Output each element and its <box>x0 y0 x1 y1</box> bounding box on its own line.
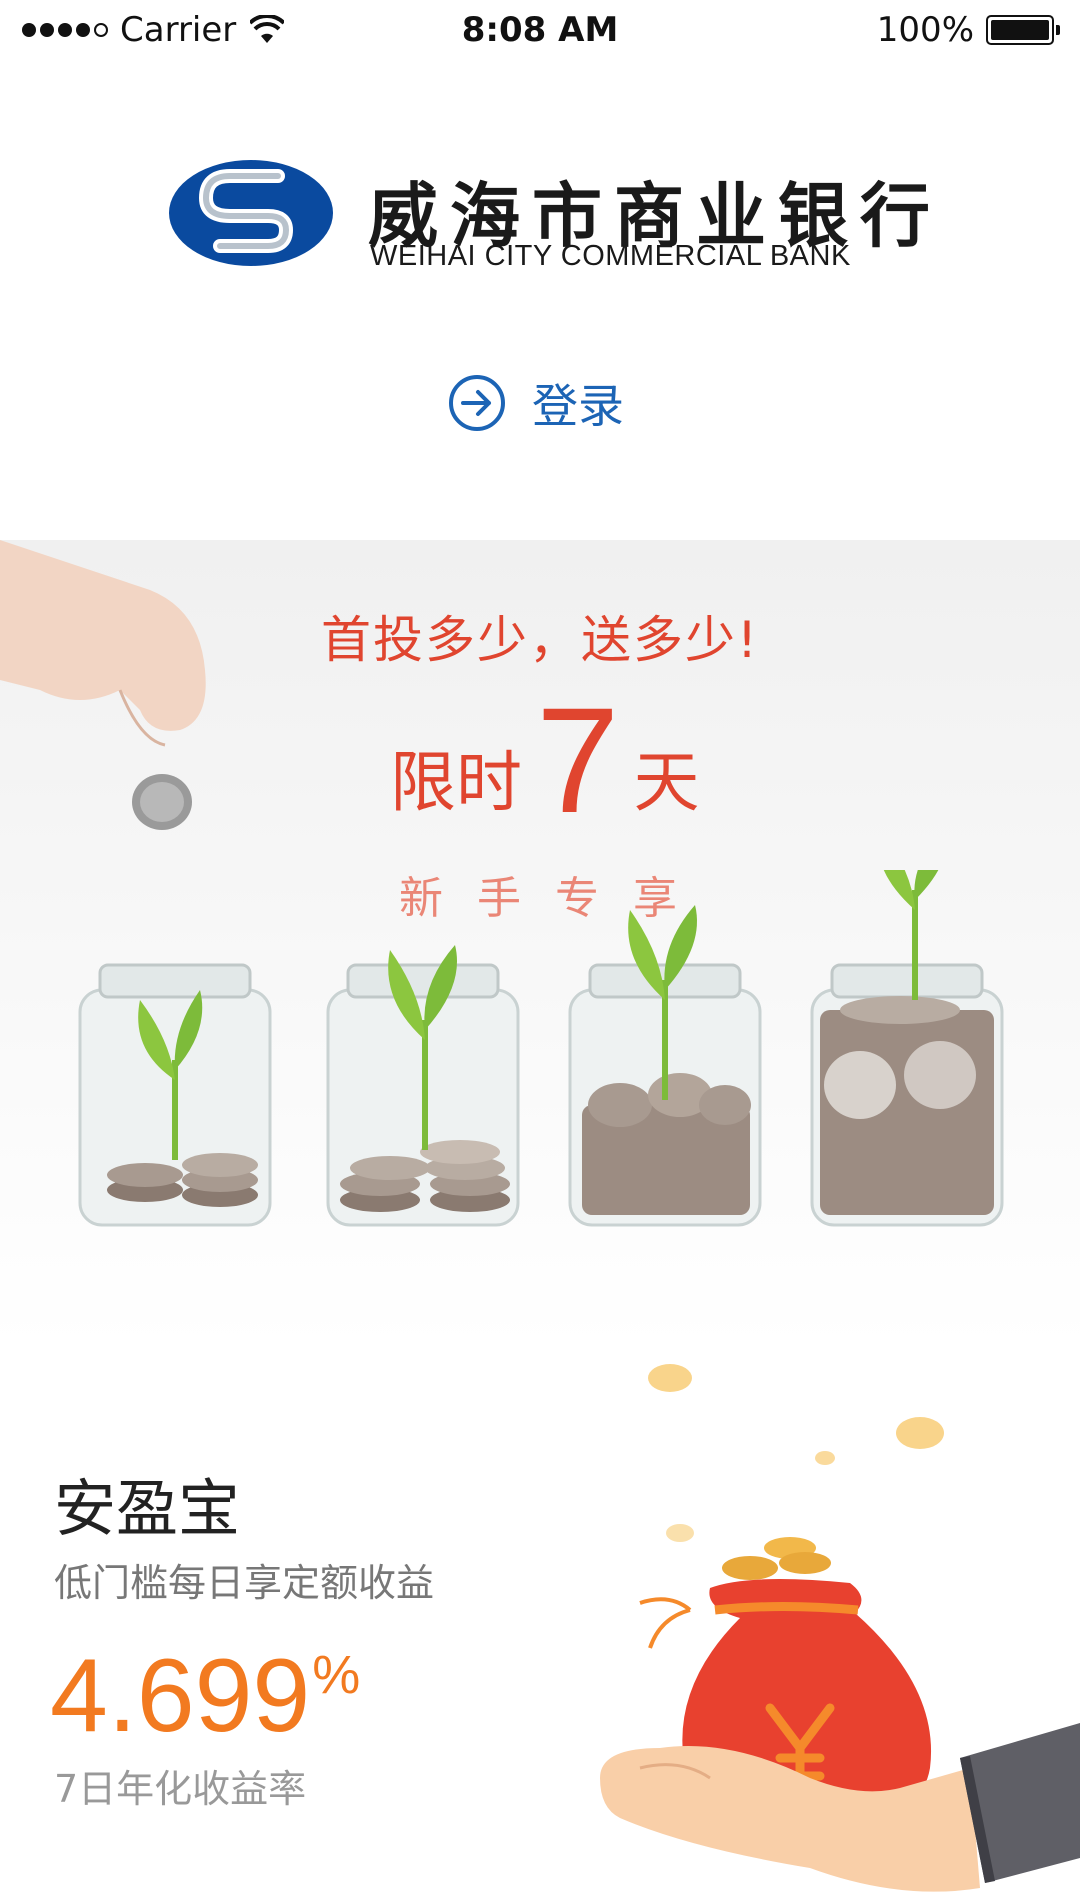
limited-prefix: 限时 <box>390 744 522 821</box>
bank-logo: 威海市商业银行 WEIHAI CITY COMMERCIAL BANK <box>168 158 930 273</box>
product-name: 安盈宝 <box>54 1472 241 1545</box>
money-bag-illustration <box>600 1364 1080 1892</box>
battery-cap <box>1056 25 1060 35</box>
status-right: 100% <box>877 10 1060 50</box>
limited-days-number: 7 <box>536 676 620 844</box>
rate-value: 4.699 <box>50 1638 311 1754</box>
coin-jars-illustration <box>78 870 1004 1227</box>
status-bar: Carrier 8:08 AM 100% <box>0 0 1080 64</box>
battery-percent: 100% <box>876 10 974 50</box>
limited-time-line: 限时 7 天 <box>390 676 700 844</box>
login-button[interactable]: 登录 <box>448 370 624 436</box>
hand-with-coin-illustration <box>0 540 206 830</box>
limited-suffix: 天 <box>633 744 700 821</box>
promo-headline: 首投多少，送多少! <box>320 611 760 669</box>
rate-unit: % <box>312 1645 361 1705</box>
login-label: 登录 <box>532 379 624 433</box>
product-rate: 4.699 % <box>50 1636 360 1756</box>
product-card[interactable]: 安盈宝 低门槛每日享定额收益 4.699 % 7日年化收益率 <box>0 1348 1080 1901</box>
promo-banner[interactable]: 首投多少，送多少! 限时 7 天 新手专享 <box>0 540 1080 1348</box>
rate-caption: 7日年化收益率 <box>54 1767 307 1811</box>
battery-icon <box>986 15 1054 45</box>
arrow-right-circle-icon <box>449 375 505 431</box>
bank-logo-mark-icon <box>169 160 333 266</box>
bank-name-en: WEIHAI CITY COMMERCIAL BANK <box>370 240 851 272</box>
product-description: 低门槛每日享定额收益 <box>54 1561 435 1605</box>
